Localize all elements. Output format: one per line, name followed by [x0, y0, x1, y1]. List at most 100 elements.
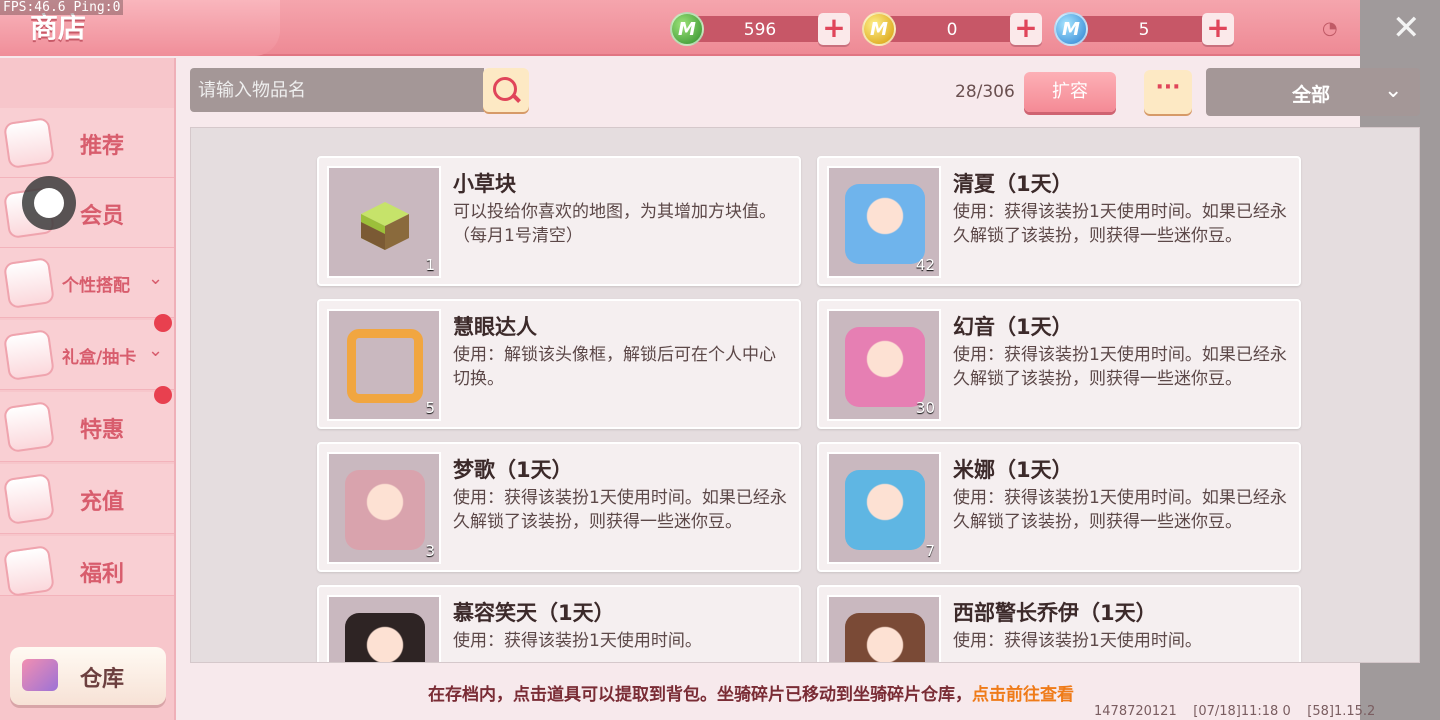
- item-quantity: 3: [425, 542, 435, 560]
- avatar-frame-icon: [347, 329, 423, 403]
- item-description: 可以投给你喜欢的地图，为其增加方块值。（每月1号清空）: [453, 202, 776, 246]
- footer-text: 在存档内，点击道具可以提取到背包。坐骑碎片已移动到坐骑碎片仓库，: [428, 685, 972, 705]
- sidebar-item-5[interactable]: 充值: [0, 464, 174, 534]
- chevron-down-icon: ⌄: [148, 340, 164, 361]
- version: [58]1.15.2: [1307, 704, 1376, 719]
- fps-ping-readout: FPS:46.6 Ping:0: [0, 0, 124, 15]
- blue-mini-bean-icon: M: [1054, 12, 1088, 46]
- sidebar-item-label: 福利: [80, 562, 125, 587]
- item-description: 使用：获得该装扮1天使用时间。: [953, 631, 1202, 651]
- sidebar-item-4[interactable]: 特惠: [0, 386, 174, 462]
- build-time: [07/18]11:18 0: [1193, 704, 1291, 719]
- filter-value: 全部: [1292, 84, 1331, 106]
- item-description: 使用：获得该装扮1天使用时间。如果已经永久解锁了该装扮，则获得一些迷你豆。: [953, 202, 1287, 246]
- item-description: 使用：获得该装扮1天使用时间。如果已经永久解锁了该装扮，则获得一些迷你豆。: [453, 488, 787, 532]
- item-name: 小草块: [453, 172, 516, 196]
- sidebar-item-label: 会员: [80, 204, 125, 229]
- touch-indicator: [22, 176, 76, 230]
- sidebar-item-6[interactable]: 福利: [0, 536, 174, 597]
- item-description: 使用：获得该装扮1天使用时间。如果已经永久解锁了该装扮，则获得一些迷你豆。: [953, 345, 1287, 389]
- warehouse-icon: [22, 659, 58, 691]
- item-thumbnail: [827, 595, 941, 662]
- search-input[interactable]: [190, 68, 484, 112]
- item-name: 幻音（1天）: [953, 315, 1073, 339]
- item-card[interactable]: 30 幻音（1天） 使用：获得该装扮1天使用时间。如果已经永久解锁了该装扮，则获得一…: [817, 299, 1301, 429]
- item-thumbnail: [327, 595, 441, 662]
- sidebar-item-label: 礼盒/抽卡: [62, 348, 137, 368]
- avatar-icon: [845, 327, 925, 407]
- item-list-panel: 1 小草块可以投给你喜欢的地图，为其增加方块值。（每月1号清空） 42 清夏（1天） 使…: [190, 127, 1420, 663]
- warehouse-label: 仓库: [80, 667, 125, 692]
- item-card[interactable]: 慕容笑天（1天） 使用：获得该装扮1天使用时间。: [317, 585, 801, 662]
- item-description: 使用：获得该装扮1天使用时间。: [453, 631, 702, 651]
- footer-meta: 1478720121 [07/18]11:18 0 [58]1.15.2: [1094, 704, 1375, 719]
- sidebar-item-3[interactable]: 礼盒/抽卡 ⌄: [0, 314, 174, 390]
- sidebar-item-label: 个性搭配: [62, 276, 130, 296]
- item-card[interactable]: 42 清夏（1天） 使用：获得该装扮1天使用时间。如果已经永久解锁了该装扮，则获得一…: [817, 156, 1301, 286]
- item-card[interactable]: 7 米娜（1天） 使用：获得该装扮1天使用时间。如果已经永久解锁了该装扮，则获得一些…: [817, 442, 1301, 572]
- notification-dot: [154, 314, 172, 332]
- warehouse-button[interactable]: 仓库: [10, 647, 166, 705]
- category-filter-select[interactable]: 全部 ⌄: [1206, 68, 1420, 116]
- category-icon: [3, 401, 55, 453]
- item-name: 清夏（1天）: [953, 172, 1073, 196]
- sidebar-item-label: 充值: [80, 490, 125, 515]
- chevron-down-icon: ⌄: [1384, 78, 1403, 103]
- user-id: 1478720121: [1094, 704, 1177, 719]
- add-currency-button[interactable]: +: [1202, 13, 1234, 45]
- category-icon: [3, 473, 55, 525]
- close-icon[interactable]: ✕: [1392, 8, 1421, 48]
- category-icon: [3, 329, 55, 381]
- grass-block-icon: [361, 202, 409, 250]
- item-thumbnail: 5: [327, 309, 441, 421]
- avatar-icon: [345, 470, 425, 550]
- avatar-icon: [845, 613, 925, 662]
- more-button[interactable]: ···: [1144, 70, 1192, 114]
- add-currency-button[interactable]: +: [1010, 13, 1042, 45]
- expand-button[interactable]: 扩容: [1024, 72, 1116, 112]
- currency-value: 596: [743, 20, 777, 40]
- category-icon: [3, 545, 55, 597]
- sidebar-item-label: 特惠: [80, 418, 125, 443]
- item-thumbnail: 3: [327, 452, 441, 564]
- sidebar-item-label: 推荐: [80, 134, 125, 159]
- item-name: 慕容笑天（1天）: [453, 601, 615, 625]
- item-description: 使用：解锁该头像框，解锁后可在个人中心切换。: [453, 345, 776, 389]
- avatar-icon: [845, 470, 925, 550]
- item-description: 使用：获得该装扮1天使用时间。如果已经永久解锁了该装扮，则获得一些迷你豆。: [953, 488, 1287, 532]
- item-thumbnail: 7: [827, 452, 941, 564]
- gold-mini-coin-icon: M: [862, 12, 896, 46]
- currency-value: 0: [946, 20, 958, 40]
- item-thumbnail: 1: [327, 166, 441, 278]
- item-name: 米娜（1天）: [953, 458, 1073, 482]
- notification-dot: [154, 386, 172, 404]
- view-mount-fragments-link[interactable]: 点击前往查看: [972, 685, 1074, 705]
- item-card[interactable]: 1 小草块可以投给你喜欢的地图，为其增加方块值。（每月1号清空）: [317, 156, 801, 286]
- add-currency-button[interactable]: +: [818, 13, 850, 45]
- avatar-icon: [845, 184, 925, 264]
- sidebar-item-0[interactable]: 推荐: [0, 108, 174, 178]
- item-thumbnail: 30: [827, 309, 941, 421]
- category-icon: [3, 117, 55, 169]
- item-card[interactable]: 3 梦歌（1天） 使用：获得该装扮1天使用时间。如果已经永久解锁了该装扮，则获得一些…: [317, 442, 801, 572]
- sidebar: 推荐会员个性搭配 ⌄ 礼盒/抽卡 ⌄ 特惠充值福利: [0, 58, 176, 720]
- item-name: 西部警长乔伊（1天）: [953, 601, 1157, 625]
- currency-value: 5: [1138, 20, 1150, 40]
- item-thumbnail: 42: [827, 166, 941, 278]
- item-name: 梦歌（1天）: [453, 458, 573, 482]
- footer-message: 在存档内，点击道具可以提取到背包。坐骑碎片已移动到坐骑碎片仓库，点击前往查看: [428, 680, 1074, 705]
- item-quantity: 42: [915, 256, 935, 274]
- chevron-down-icon: ⌄: [148, 268, 164, 289]
- sidebar-item-2[interactable]: 个性搭配 ⌄: [0, 248, 174, 318]
- item-quantity: 7: [925, 542, 935, 560]
- item-quantity: 1: [425, 256, 435, 274]
- item-card[interactable]: 5 慧眼达人 使用：解锁该头像框，解锁后可在个人中心切换。: [317, 299, 801, 429]
- item-quantity: 30: [915, 399, 935, 417]
- item-card[interactable]: 西部警长乔伊（1天） 使用：获得该装扮1天使用时间。: [817, 585, 1301, 662]
- category-icon: [3, 257, 55, 309]
- green-mini-coin-icon: M: [670, 12, 704, 46]
- avatar-icon: [345, 613, 425, 662]
- signal-icon[interactable]: ◔: [1322, 18, 1342, 39]
- search-icon[interactable]: [483, 68, 529, 112]
- storage-count: 28/306: [955, 82, 1015, 102]
